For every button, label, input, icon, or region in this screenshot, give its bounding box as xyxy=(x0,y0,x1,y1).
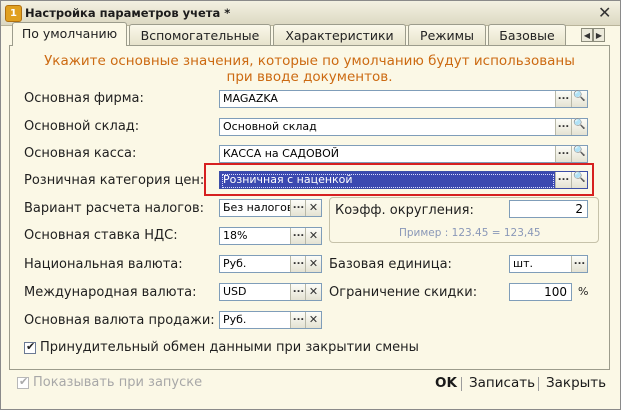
national-currency-label: Национальная валюта: xyxy=(24,257,183,272)
tax-variant-field[interactable]: Без налогов ... ✕ xyxy=(219,199,322,217)
firm-search-icon[interactable]: 🔍 xyxy=(571,91,587,107)
discount-unit: % xyxy=(578,285,589,298)
international-currency-value: USD xyxy=(223,285,247,298)
cash-value: КАССА на САДОВОЙ xyxy=(223,147,340,160)
tab-scroll-left-icon[interactable]: ◀ xyxy=(581,28,593,42)
base-unit-value: шт. xyxy=(513,257,533,270)
show-on-start-label: Показывать при запуске xyxy=(33,375,203,390)
national-currency-value: Руб. xyxy=(223,257,247,270)
international-currency-field[interactable]: USD ... ✕ xyxy=(219,283,322,301)
rounding-example: Пример : 123.45 = 123,45 xyxy=(399,227,541,239)
check-icon: ✔ xyxy=(19,375,29,388)
tab-characteristics[interactable]: Характеристики xyxy=(273,24,406,45)
vat-rate-value: 18% xyxy=(223,229,248,242)
discount-limit-field[interactable]: 100 xyxy=(509,283,572,301)
base-unit-select-button[interactable]: ... xyxy=(571,256,587,272)
cash-label: Основная касса: xyxy=(24,146,137,161)
tab-base[interactable]: Базовые xyxy=(488,24,566,45)
footer-separator xyxy=(461,377,462,391)
national-currency-select-button[interactable]: ... xyxy=(290,256,306,272)
close-window-icon[interactable]: ✕ xyxy=(598,3,611,22)
sales-currency-select-button[interactable]: ... xyxy=(290,312,306,328)
cash-field[interactable]: КАССА на САДОВОЙ ... 🔍 xyxy=(219,145,588,163)
warehouse-field[interactable]: Основной склад ... 🔍 xyxy=(219,118,588,136)
sales-currency-field[interactable]: Руб. ... ✕ xyxy=(219,311,322,329)
base-unit-label: Базовая единица: xyxy=(329,257,452,272)
app-icon: 1 xyxy=(5,5,22,22)
base-unit-field[interactable]: шт. ... xyxy=(509,255,588,273)
cash-search-icon[interactable]: 🔍 xyxy=(571,146,587,162)
firm-field[interactable]: MAGAZKA ... 🔍 xyxy=(219,90,588,108)
international-currency-clear-icon[interactable]: ✕ xyxy=(305,284,321,300)
rounding-label: Коэфф. округления: xyxy=(335,203,474,218)
tax-variant-clear-icon[interactable]: ✕ xyxy=(305,200,321,216)
tab-scroll-right-icon[interactable]: ▶ xyxy=(593,28,605,42)
tab-auxiliary[interactable]: Вспомогательные xyxy=(129,24,271,45)
warehouse-value: Основной склад xyxy=(223,120,317,133)
discount-limit-label: Ограничение скидки: xyxy=(329,285,478,300)
cash-select-button[interactable]: ... xyxy=(555,146,571,162)
hint-line-2: при вводе документов. xyxy=(226,69,393,85)
tax-variant-value: Без налогов xyxy=(223,201,294,214)
forced-exchange-checkbox[interactable]: ✔ xyxy=(24,340,36,354)
tab-defaults[interactable]: По умолчанию xyxy=(12,22,127,46)
warehouse-select-button[interactable]: ... xyxy=(555,119,571,135)
tab-modes[interactable]: Режимы xyxy=(408,24,486,45)
warehouse-search-icon[interactable]: 🔍 xyxy=(571,119,587,135)
window-title: Настройка параметров учета * xyxy=(25,6,231,20)
check-icon: ✔ xyxy=(26,340,36,353)
rounding-field[interactable]: 2 xyxy=(509,200,588,218)
tax-variant-select-button[interactable]: ... xyxy=(290,200,306,216)
vat-rate-label: Основная ставка НДС: xyxy=(24,228,178,243)
tax-variant-label: Вариант расчета налогов: xyxy=(24,201,205,216)
sales-currency-value: Руб. xyxy=(223,313,247,326)
national-currency-clear-icon[interactable]: ✕ xyxy=(305,256,321,272)
show-on-start-checkbox[interactable]: ✔ xyxy=(17,375,29,389)
vat-rate-field[interactable]: 18% ... ✕ xyxy=(219,227,322,245)
ok-button[interactable]: OK xyxy=(435,375,457,391)
firm-select-button[interactable]: ... xyxy=(555,91,571,107)
forced-exchange-label: Принудительный обмен данными при закрыти… xyxy=(40,340,419,355)
warehouse-label: Основной склад: xyxy=(24,119,140,134)
rounding-value: 2 xyxy=(575,202,583,216)
footer-separator xyxy=(538,377,539,391)
hint-text: Укажите основные значения, которые по ум… xyxy=(9,53,610,85)
hint-line-1: Укажите основные значения, которые по ум… xyxy=(44,53,575,69)
discount-limit-value: 100 xyxy=(544,285,567,299)
highlight-box xyxy=(204,163,594,196)
sales-currency-label: Основная валюта продажи: xyxy=(24,313,215,328)
vat-rate-select-button[interactable]: ... xyxy=(290,228,306,244)
national-currency-field[interactable]: Руб. ... ✕ xyxy=(219,255,322,273)
price-category-label: Розничная категория цен: xyxy=(24,173,205,188)
international-currency-label: Международная валюта: xyxy=(24,285,197,300)
save-button[interactable]: Записать xyxy=(469,375,535,391)
firm-label: Основная фирма: xyxy=(24,91,144,106)
close-button[interactable]: Закрыть xyxy=(546,375,606,391)
international-currency-select-button[interactable]: ... xyxy=(290,284,306,300)
sales-currency-clear-icon[interactable]: ✕ xyxy=(305,312,321,328)
vat-rate-clear-icon[interactable]: ✕ xyxy=(305,228,321,244)
firm-value: MAGAZKA xyxy=(223,92,278,105)
